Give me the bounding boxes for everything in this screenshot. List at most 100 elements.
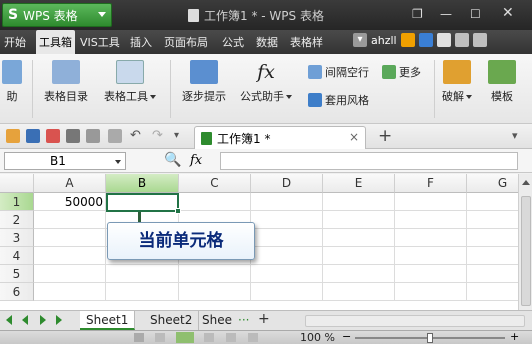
cell-f4[interactable] xyxy=(395,247,467,265)
close-tab-icon[interactable]: × xyxy=(349,130,359,144)
close-icon[interactable]: ✕ xyxy=(502,5,514,21)
vertical-scroll-thumb[interactable] xyxy=(521,196,531,306)
row-header-3[interactable]: 3 xyxy=(0,229,34,247)
skin-icon[interactable] xyxy=(418,33,433,47)
tab-menu-icon[interactable]: ▾ xyxy=(512,129,526,143)
reading-view-icon[interactable] xyxy=(226,333,236,342)
row-header-6[interactable]: 6 xyxy=(0,283,34,301)
view-mode-icon[interactable] xyxy=(134,333,144,342)
cell-c1[interactable] xyxy=(179,193,251,211)
prev-sheet-icon[interactable] xyxy=(22,315,28,325)
page-view-icon[interactable] xyxy=(155,333,165,342)
customize-dropdown-icon[interactable]: ▾ xyxy=(174,129,188,143)
zoom-in-icon[interactable]: + xyxy=(510,330,519,343)
cell-f6[interactable] xyxy=(395,283,467,301)
cell-g2[interactable] xyxy=(467,211,518,229)
cell-g6[interactable] xyxy=(467,283,518,301)
cell-a5[interactable] xyxy=(34,265,106,283)
pdf-export-icon[interactable] xyxy=(46,129,60,143)
normal-view-icon[interactable] xyxy=(176,332,194,343)
row-header-2[interactable]: 2 xyxy=(0,211,34,229)
column-header-d[interactable]: D xyxy=(251,174,323,193)
fullscreen-icon[interactable] xyxy=(248,333,258,342)
row-header-5[interactable]: 5 xyxy=(0,265,34,283)
fill-handle[interactable] xyxy=(175,208,181,214)
cell-a1[interactable]: 50000 xyxy=(34,193,106,211)
cell-b6[interactable] xyxy=(106,283,179,301)
sheet-tab-3[interactable]: Shee xyxy=(198,311,236,330)
cell-d1[interactable] xyxy=(251,193,323,211)
column-header-a[interactable]: A xyxy=(34,174,106,193)
cell-a2[interactable] xyxy=(34,211,106,229)
cell-a6[interactable] xyxy=(34,283,106,301)
step-hint-button[interactable]: 逐步提示 xyxy=(182,60,226,104)
vertical-scrollbar[interactable] xyxy=(518,174,532,310)
add-sheet-icon[interactable]: + xyxy=(258,311,270,327)
sheet-tab-2[interactable]: Sheet2 xyxy=(144,311,200,330)
table-tools-button[interactable]: 表格工具 xyxy=(104,60,156,104)
new-tab-icon[interactable]: + xyxy=(378,126,392,146)
sheet-tab-1[interactable]: Sheet1 xyxy=(80,311,136,330)
more-sheets-icon[interactable]: ··· xyxy=(238,313,249,327)
user-name[interactable]: ahzll xyxy=(371,34,397,47)
redo-icon[interactable]: ↷ xyxy=(152,129,166,143)
zoom-slider-knob[interactable] xyxy=(427,333,433,343)
maximize-icon[interactable]: ☐ xyxy=(470,7,481,21)
horizontal-scrollbar[interactable] xyxy=(305,315,525,327)
cell-e4[interactable] xyxy=(323,247,395,265)
helper-button-partial[interactable]: 助 xyxy=(2,60,22,104)
more-button[interactable]: 更多 xyxy=(382,64,421,80)
shirt-icon[interactable] xyxy=(436,33,451,47)
cell-a3[interactable] xyxy=(34,229,106,247)
tab-start[interactable]: 开始 xyxy=(4,34,26,50)
active-cell-b1[interactable] xyxy=(106,193,181,214)
spreadsheet-grid[interactable]: A B C D E F G 1 2 3 4 5 6 50000 xyxy=(0,174,518,310)
cell-c5[interactable] xyxy=(179,265,251,283)
print-icon[interactable] xyxy=(66,129,80,143)
cell-f1[interactable] xyxy=(395,193,467,211)
table-directory-button[interactable]: 表格目录 xyxy=(44,60,88,104)
cell-e5[interactable] xyxy=(323,265,395,283)
search-icon[interactable]: 🔍 xyxy=(164,152,181,168)
cell-f5[interactable] xyxy=(395,265,467,283)
cell-d5[interactable] xyxy=(251,265,323,283)
select-all-corner[interactable] xyxy=(0,174,34,193)
wps-menu-button[interactable]: S WPS 表格 xyxy=(2,3,112,27)
restore-icon[interactable]: ❐ xyxy=(412,7,423,21)
name-box[interactable]: B1 xyxy=(4,152,126,170)
cell-f3[interactable] xyxy=(395,229,467,247)
collapse-icon[interactable]: ▾ xyxy=(353,33,367,47)
cell-d6[interactable] xyxy=(251,283,323,301)
cell-b5[interactable] xyxy=(106,265,179,283)
cell-g5[interactable] xyxy=(467,265,518,283)
cell-g1[interactable] xyxy=(467,193,518,211)
tab-formulas[interactable]: 公式 xyxy=(222,34,244,50)
tab-table-style[interactable]: 表格样 xyxy=(290,34,323,50)
column-header-g[interactable]: G xyxy=(467,174,518,193)
row-header-4[interactable]: 4 xyxy=(0,247,34,265)
interval-blank-row-button[interactable]: 间隔空行 xyxy=(308,64,369,80)
crack-button[interactable]: 破解 xyxy=(442,60,472,104)
zoom-slider[interactable] xyxy=(355,333,505,343)
save-icon[interactable] xyxy=(26,129,40,143)
cell-e1[interactable] xyxy=(323,193,395,211)
page-break-view-icon[interactable] xyxy=(204,333,214,342)
tab-toolbox[interactable]: 工具箱 xyxy=(36,30,75,54)
cell-f2[interactable] xyxy=(395,211,467,229)
print-preview-icon[interactable] xyxy=(86,129,100,143)
cell-g3[interactable] xyxy=(467,229,518,247)
cell-e6[interactable] xyxy=(323,283,395,301)
cell-a4[interactable] xyxy=(34,247,106,265)
format-painter-icon[interactable] xyxy=(108,129,122,143)
template-button[interactable]: 模板 xyxy=(488,60,516,104)
cell-e2[interactable] xyxy=(323,211,395,229)
document-tab[interactable]: 工作簿1 * × xyxy=(194,126,366,149)
last-sheet-icon[interactable] xyxy=(56,315,62,325)
insert-function-icon[interactable]: fx xyxy=(190,153,202,168)
first-sheet-icon[interactable] xyxy=(6,315,12,325)
column-header-f[interactable]: F xyxy=(395,174,467,193)
cell-d2[interactable] xyxy=(251,211,323,229)
scroll-up-icon[interactable] xyxy=(522,180,530,185)
next-sheet-icon[interactable] xyxy=(40,315,46,325)
mail-icon[interactable] xyxy=(400,33,415,47)
